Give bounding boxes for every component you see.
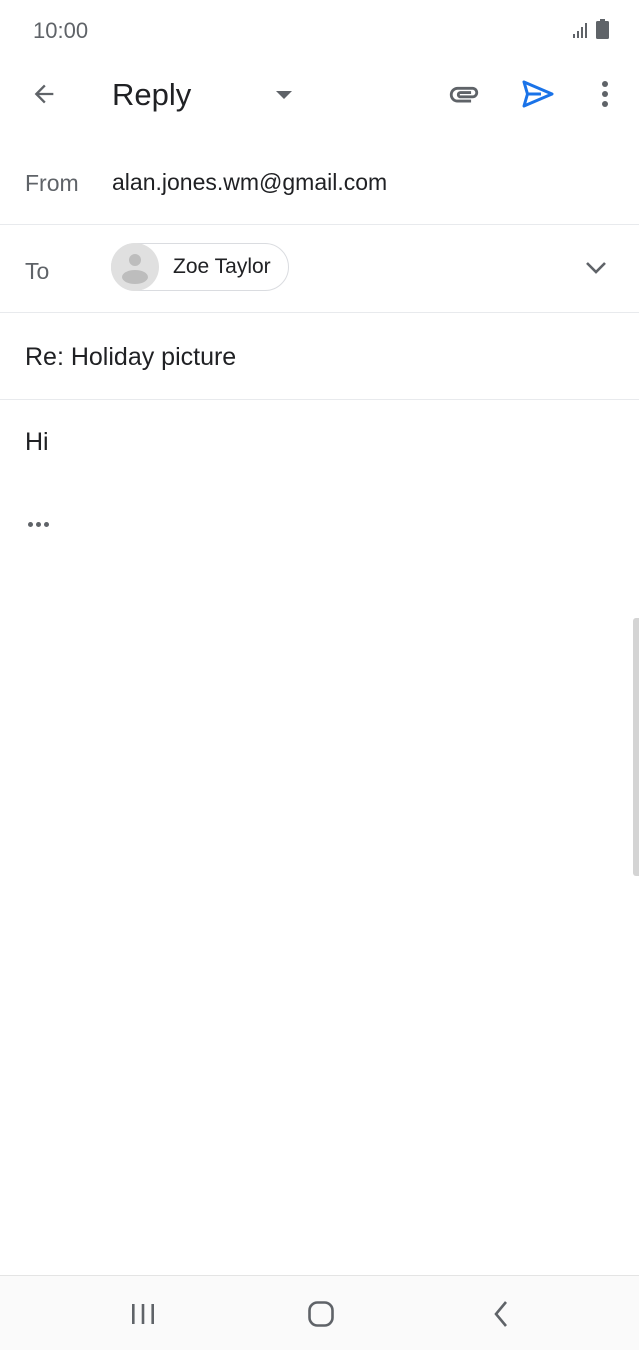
reply-mode-dropdown[interactable]: Reply (112, 74, 302, 116)
status-bar: 10:00 (0, 0, 639, 60)
recents-button[interactable] (118, 1289, 168, 1339)
app-bar: Reply (0, 60, 639, 130)
more-vert-icon (602, 81, 608, 107)
more-horiz-icon-dot (35, 521, 41, 527)
compose-screen: 10:00 Reply From alan.jones.wm@gmail.com… (0, 0, 639, 1350)
recipient-name: Zoe Taylor (173, 255, 271, 278)
arrow-back-icon (34, 84, 54, 104)
more-horiz-icon (27, 521, 33, 527)
expand-recipients-button[interactable] (573, 245, 619, 291)
paperclip-icon (449, 86, 479, 103)
avatar (111, 243, 159, 291)
caret-down-icon (276, 91, 292, 99)
scrollbar-handle[interactable] (633, 618, 639, 876)
subject-field[interactable]: Re: Holiday picture (25, 343, 236, 372)
person-icon (122, 254, 148, 284)
reply-mode-label: Reply (112, 77, 192, 112)
send-button[interactable] (514, 70, 562, 118)
recents-icon (132, 1304, 154, 1324)
subject-row[interactable]: Re: Holiday picture (0, 313, 639, 400)
status-time: 10:00 (33, 18, 89, 43)
from-row: From alan.jones.wm@gmail.com (0, 138, 639, 225)
show-quoted-text-button[interactable] (20, 512, 56, 536)
home-button[interactable] (296, 1289, 346, 1339)
from-address[interactable]: alan.jones.wm@gmail.com (112, 169, 387, 196)
back-button[interactable] (20, 70, 68, 118)
to-row: To Zoe Taylor (0, 225, 639, 313)
more-horiz-icon-dot (43, 521, 49, 527)
home-icon (308, 1301, 334, 1327)
send-icon (522, 80, 554, 108)
from-label: From (25, 170, 79, 196)
more-options-button[interactable] (581, 70, 629, 118)
message-body[interactable]: Hi (0, 400, 639, 1275)
nav-back-icon (494, 1301, 507, 1327)
navigation-bar (0, 1275, 639, 1350)
battery-icon (596, 19, 609, 39)
chevron-down-icon (586, 262, 606, 274)
recipient-chip[interactable]: Zoe Taylor (111, 243, 289, 291)
attach-button[interactable] (440, 70, 488, 118)
nav-back-button[interactable] (476, 1289, 526, 1339)
status-icons (572, 19, 609, 39)
body-text[interactable]: Hi (25, 428, 49, 457)
to-label: To (25, 258, 50, 284)
signal-icon (573, 23, 587, 38)
